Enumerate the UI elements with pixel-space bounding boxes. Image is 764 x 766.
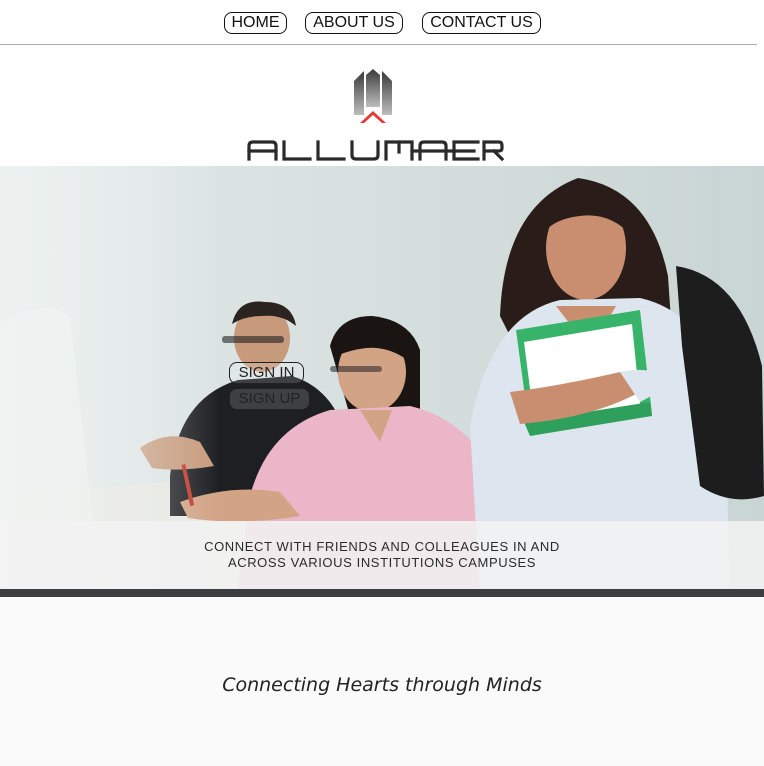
brand-wordmark <box>247 140 504 162</box>
hero-bottom-strip <box>0 589 764 597</box>
about-us-button[interactable]: ABOUT US <box>305 12 403 34</box>
contact-us-button[interactable]: CONTACT US <box>422 12 541 34</box>
hero-banner: CONNECT WITH FRIENDS AND COLLEAGUES IN A… <box>0 521 764 589</box>
brand-logo-icon <box>354 69 392 123</box>
tagline: Connecting Hearts through Minds <box>222 674 542 696</box>
tagline-section: Connecting Hearts through Minds <box>0 597 764 766</box>
hero-section: SIGN IN SIGN UP CONNECT WITH FRIENDS AND… <box>0 166 764 597</box>
sign-in-button[interactable]: SIGN IN <box>229 362 304 384</box>
banner-text: CONNECT WITH FRIENDS AND COLLEAGUES IN A… <box>204 539 560 570</box>
sign-up-button[interactable]: SIGN UP <box>229 388 310 410</box>
landing-page: HOME ABOUT US CONTACT US SIGN IN SIGN UP… <box>0 0 764 766</box>
top-nav: HOME ABOUT US CONTACT US <box>0 0 757 45</box>
home-button[interactable]: HOME <box>224 12 287 34</box>
